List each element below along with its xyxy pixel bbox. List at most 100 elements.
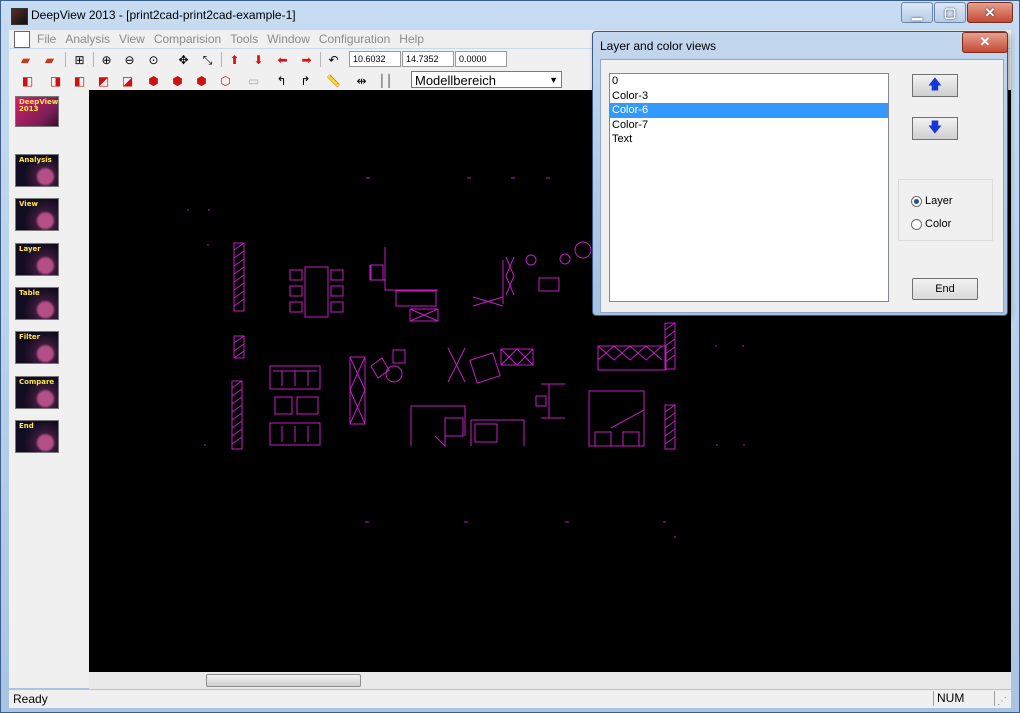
space-select[interactable]: Modellbereich ▼ xyxy=(411,71,562,88)
sidebar-item-table[interactable]: Table xyxy=(15,287,59,320)
radio-color-dot[interactable] xyxy=(911,218,922,230)
arrow-down-icon[interactable]: ⬇ xyxy=(250,51,267,68)
list-item[interactable]: Text xyxy=(610,132,888,147)
dialog-body: 0 Color-3 Color-6 Color-7 Text 🡅 🡇 Layer… xyxy=(600,59,1004,313)
dialog-close-button[interactable]: ✕ xyxy=(962,32,1008,53)
bathroom-group xyxy=(410,405,525,448)
toolbar-separator xyxy=(93,52,94,67)
deepview-logo[interactable]: DeepView 2013 xyxy=(15,96,59,127)
sidebar-item-layer[interactable]: Layer xyxy=(15,243,59,276)
sink-fixtures xyxy=(525,241,592,292)
sofa-group xyxy=(269,365,321,446)
ruler-icon[interactable]: 📏 xyxy=(325,72,342,89)
close-icon: ✕ xyxy=(984,4,996,20)
zoom-in-icon[interactable]: ⊕ xyxy=(98,51,115,68)
list-item-selected[interactable]: Color-6 xyxy=(610,103,888,118)
menu-tools[interactable]: Tools xyxy=(230,32,258,46)
shelf-unit xyxy=(349,356,366,425)
list-item[interactable]: 0 xyxy=(610,74,888,89)
document-menu-icon[interactable] xyxy=(14,31,30,48)
layer-listbox[interactable]: 0 Color-3 Color-6 Color-7 Text xyxy=(609,73,889,302)
menu-help[interactable]: Help xyxy=(399,32,424,46)
maximize-button[interactable]: ▢ xyxy=(934,2,966,23)
menu-window[interactable]: Window xyxy=(267,32,310,46)
arrow-up-icon: 🡅 xyxy=(927,75,943,92)
sidebar-item-label: Table xyxy=(19,289,40,297)
hatched-wall-left-top xyxy=(233,242,245,312)
end-button[interactable]: End xyxy=(912,278,978,300)
iso-nw-icon[interactable]: ⬡ xyxy=(217,72,234,89)
zoom-extents-icon[interactable]: ⊞ xyxy=(71,51,88,68)
app-icon[interactable] xyxy=(11,8,28,25)
iso-ne-icon[interactable]: ⬢ xyxy=(193,72,210,89)
pan-icon[interactable]: ✥ xyxy=(175,51,192,68)
sidebar-item-end[interactable]: End xyxy=(15,420,59,453)
menu-file[interactable]: File xyxy=(37,32,56,46)
sidebar-item-view[interactable]: View xyxy=(15,198,59,231)
horizontal-scrollbar[interactable] xyxy=(89,672,1011,689)
sidebar-item-compare[interactable]: Compare xyxy=(15,376,59,409)
layers-icon[interactable]: ┃┃ xyxy=(377,72,394,89)
dining-table xyxy=(289,266,344,318)
move-up-button[interactable]: 🡅 xyxy=(912,74,958,97)
num-lock-indicator: NUM xyxy=(933,691,995,706)
view-front-icon[interactable]: ◨ xyxy=(47,72,64,89)
close-button[interactable]: ✕ xyxy=(967,2,1013,23)
open-icon[interactable]: ▰ xyxy=(17,51,34,68)
menu-view[interactable]: View xyxy=(119,32,145,46)
zoom-out-icon[interactable]: ⊖ xyxy=(121,51,138,68)
view-frames-icon[interactable]: ▭ xyxy=(245,72,262,89)
menu-configuration[interactable]: Configuration xyxy=(319,32,390,46)
radio-color[interactable]: Color xyxy=(911,218,951,230)
window-title: DeepView 2013 - [print2cad-print2cad-exa… xyxy=(31,8,296,22)
space-select-value: Modellbereich xyxy=(415,73,496,88)
arrow-down-icon: 🡇 xyxy=(927,118,943,135)
desk-group xyxy=(535,383,565,419)
sidebar-item-label: View xyxy=(19,200,38,208)
minimize-icon: ▁ xyxy=(912,4,922,20)
hatched-wall-right-horizontal xyxy=(597,345,667,371)
radio-layer[interactable]: Layer xyxy=(911,195,953,207)
list-item[interactable]: Color-7 xyxy=(610,118,888,133)
sidebar-item-label: End xyxy=(19,422,34,430)
menu-comparision[interactable]: Comparision xyxy=(154,32,221,46)
sidebar-item-filter[interactable]: Filter xyxy=(15,331,59,364)
rotate-right-icon[interactable]: ↱ xyxy=(297,72,314,89)
sidebar-item-analysis[interactable]: Analysis xyxy=(15,154,59,187)
arrow-up-icon[interactable]: ⬆ xyxy=(226,51,243,68)
sidebar-item-label: Filter xyxy=(19,333,41,341)
dimension-icon[interactable]: ⇹ xyxy=(353,72,370,89)
wardrobe-group xyxy=(588,390,645,447)
list-item[interactable]: Color-3 xyxy=(610,89,888,104)
cross-fixture xyxy=(472,256,515,307)
print-icon[interactable]: ▰ xyxy=(41,51,58,68)
view-right-icon[interactable]: ◪ xyxy=(119,72,136,89)
rotate-left-icon[interactable]: ↰ xyxy=(273,72,290,89)
coord-y-field: 14.7352 xyxy=(402,51,454,67)
layer-color-dialog: Layer and color views ✕ 0 Color-3 Color-… xyxy=(592,31,1008,316)
iso-sw-icon[interactable]: ⬢ xyxy=(145,72,162,89)
view-back-icon[interactable]: ◧ xyxy=(71,72,88,89)
menu-analysis[interactable]: Analysis xyxy=(65,32,110,46)
sidebar-item-label: Compare xyxy=(19,378,55,386)
radio-color-label: Color xyxy=(925,218,952,230)
arrow-right-icon[interactable]: ➡ xyxy=(298,51,315,68)
iso-se-icon[interactable]: ⬢ xyxy=(169,72,186,89)
kitchen-unit xyxy=(369,247,439,322)
toolbar-separator xyxy=(65,52,66,67)
move-down-button[interactable]: 🡇 xyxy=(912,117,958,140)
scrollbar-thumb[interactable] xyxy=(206,674,361,687)
radio-layer-dot[interactable] xyxy=(911,195,922,207)
view-cube-icon[interactable]: ◧ xyxy=(19,72,36,89)
toolbar-separator xyxy=(221,52,222,67)
undo-icon[interactable]: ↶ xyxy=(325,51,342,68)
measure-icon[interactable]: ⤡ xyxy=(199,51,216,68)
zoom-window-icon[interactable]: ⊙ xyxy=(145,51,162,68)
view-left-icon[interactable]: ◩ xyxy=(95,72,112,89)
title-bar: DeepView 2013 - [print2cad-print2cad-exa… xyxy=(1,1,1019,29)
arrow-left-icon[interactable]: ⬅ xyxy=(274,51,291,68)
resize-grip-icon[interactable]: ⋰ xyxy=(997,696,1007,707)
minimize-button[interactable]: ▁ xyxy=(901,2,933,23)
bed-group xyxy=(447,347,534,384)
toolbar-separator xyxy=(320,52,321,67)
